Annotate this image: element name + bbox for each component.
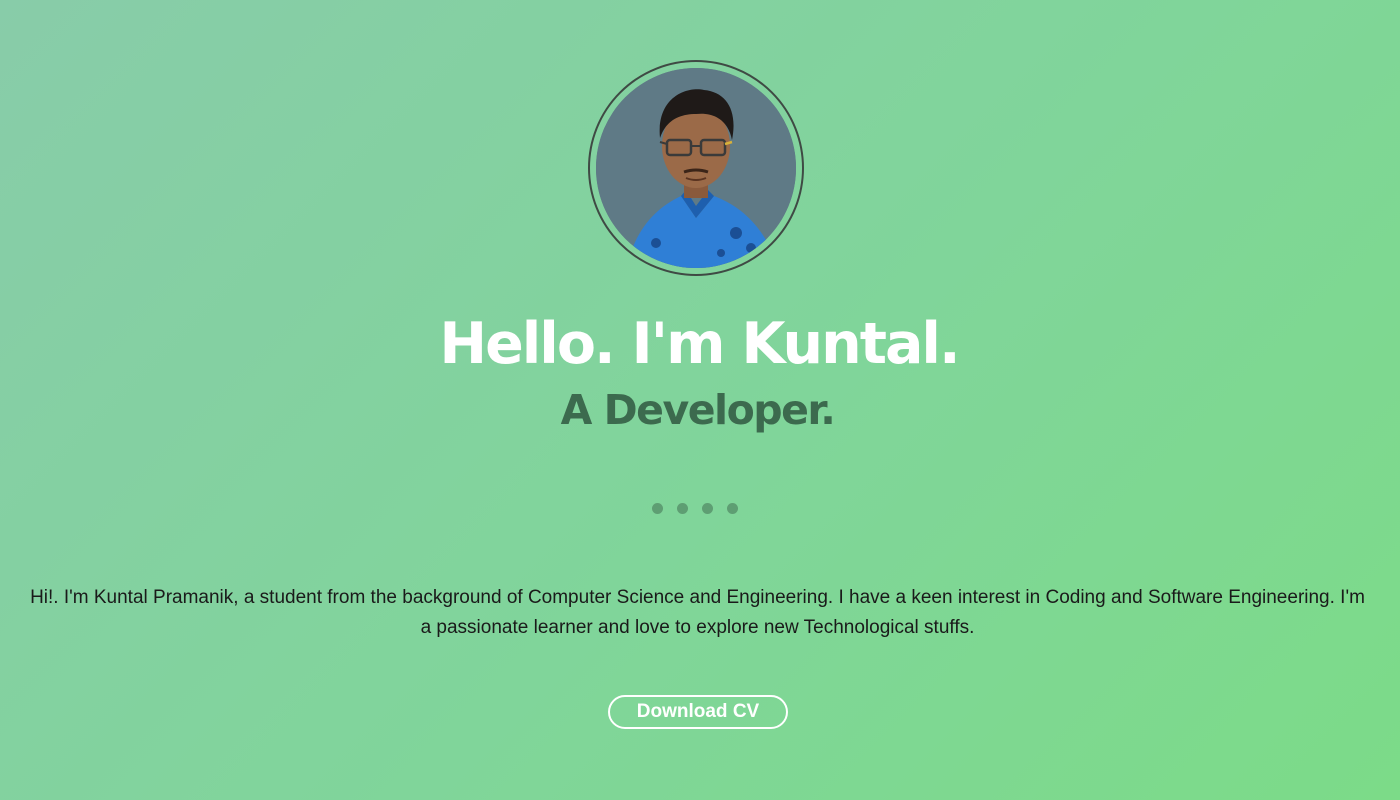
separator-dot bbox=[727, 503, 738, 514]
avatar-photo-icon bbox=[596, 68, 796, 268]
download-cv-button[interactable]: Download CV bbox=[608, 695, 788, 729]
avatar-ring bbox=[588, 60, 804, 276]
role-subtitle: A Developer. bbox=[560, 386, 836, 434]
bio-paragraph: Hi!. I'm Kuntal Pramanik, a student from… bbox=[30, 587, 1365, 638]
avatar bbox=[596, 68, 796, 268]
dot-separator bbox=[652, 503, 748, 515]
hero-section: Hello. I'm Kuntal. A Developer. Hi!. I'm… bbox=[0, 0, 1400, 800]
separator-dot bbox=[702, 503, 713, 514]
separator-dot bbox=[652, 503, 663, 514]
page-title: Hello. I'm Kuntal. bbox=[439, 311, 960, 377]
separator-dot bbox=[677, 503, 688, 514]
